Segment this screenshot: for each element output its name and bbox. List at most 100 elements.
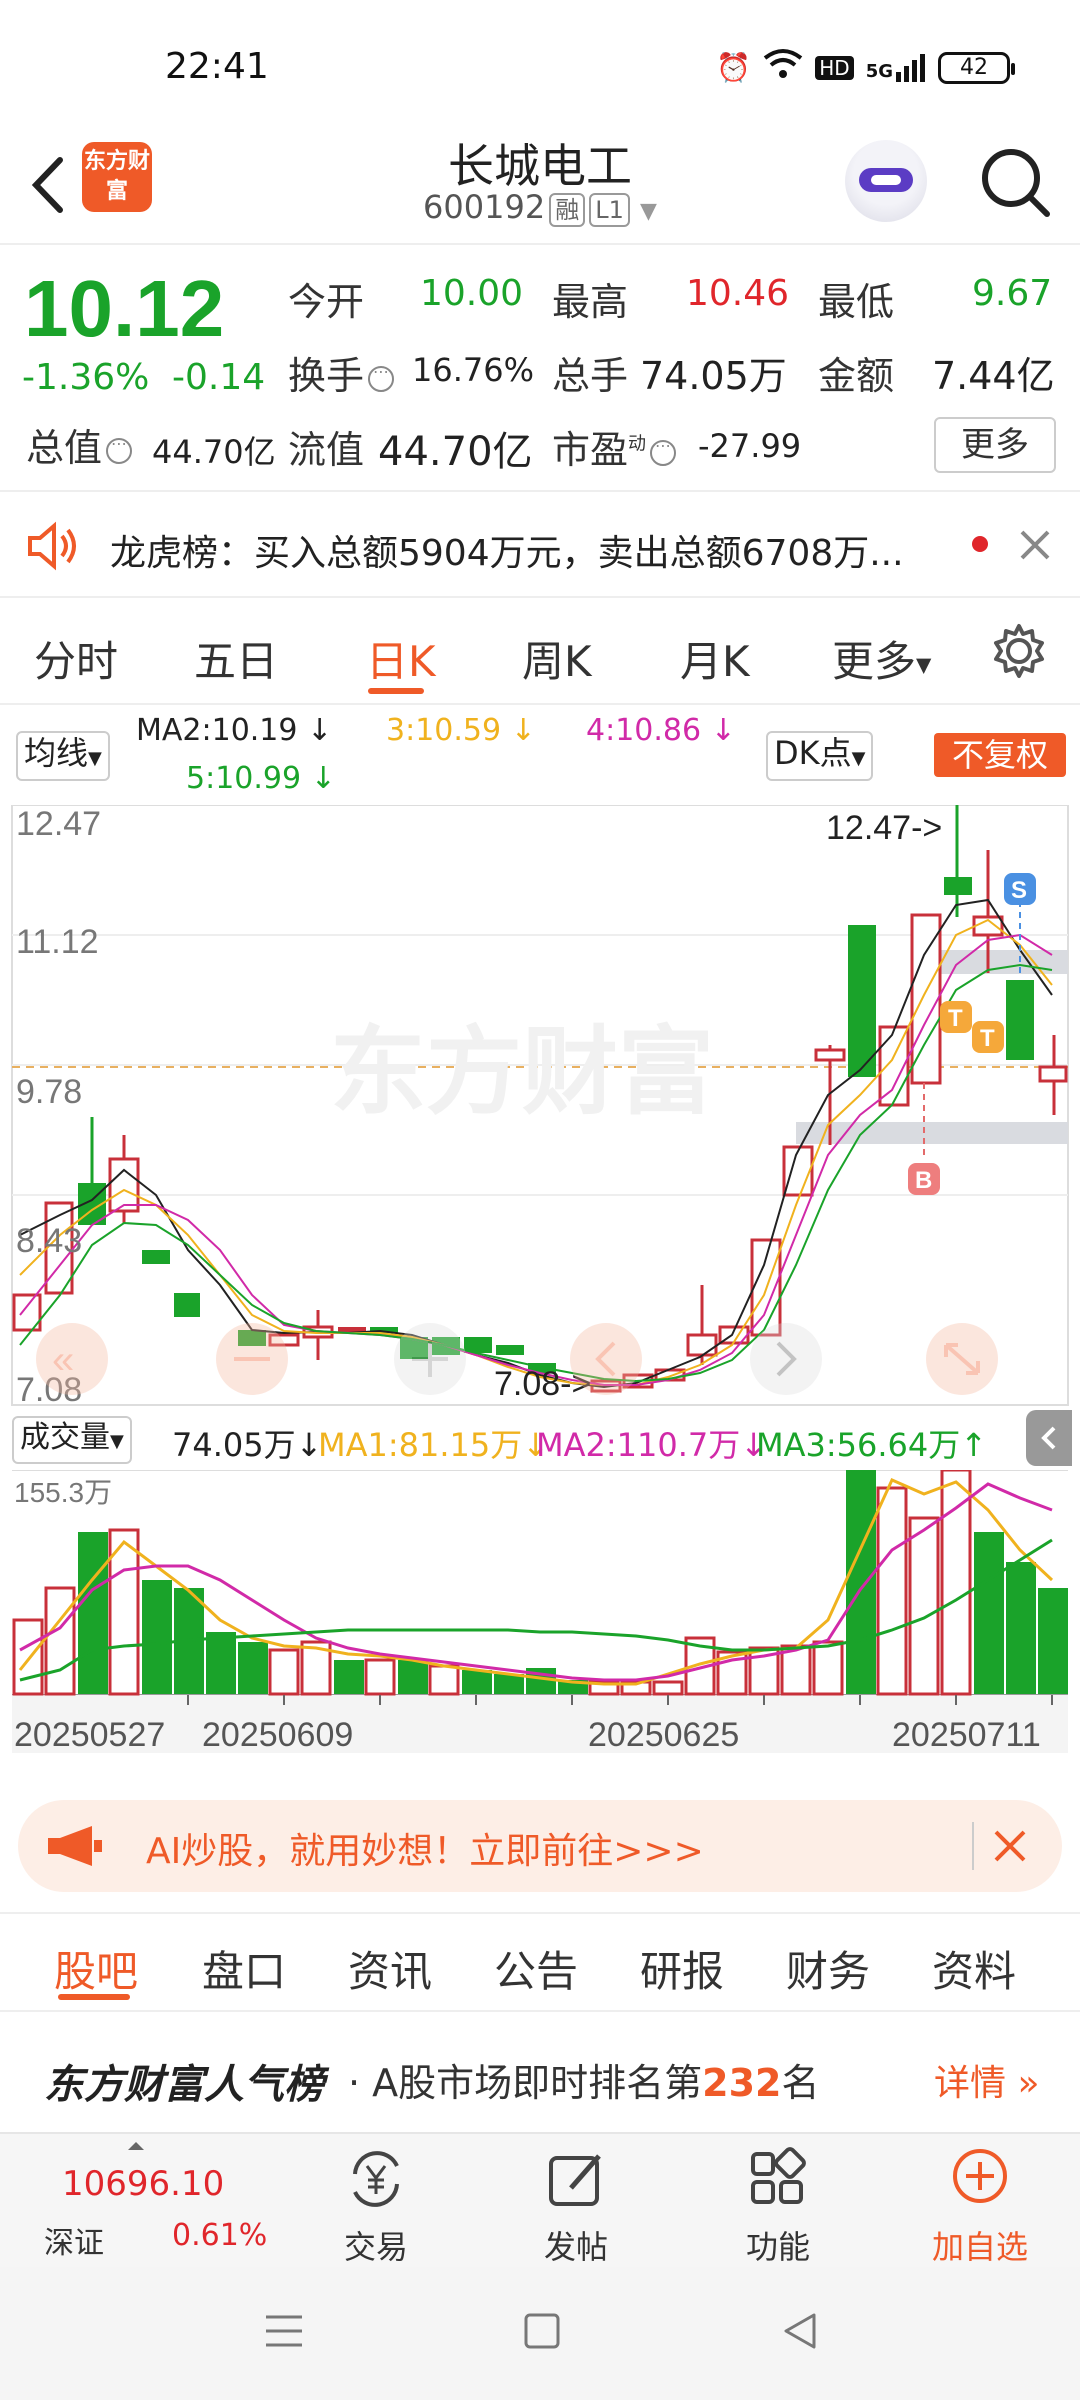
low-label: 最低 [818, 280, 895, 324]
settings-gear-icon[interactable] [990, 622, 1048, 680]
kline-chart[interactable]: 东方财富 12.47 11.12 9.78 8.43 7.08 12.47-> … [0, 805, 1080, 1410]
alarm-icon: ⏰ [716, 51, 752, 84]
high-price-marker: 12.47-> [826, 809, 942, 847]
turnover-label: 换手 [288, 345, 395, 400]
post-button[interactable]: 发帖 [506, 2144, 646, 2268]
tab-news[interactable]: 资讯 [348, 1938, 432, 1999]
tab-research[interactable]: 研报 [640, 1938, 724, 1999]
tab-more[interactable]: 更多▼ [832, 628, 931, 689]
amount-label: 金额 [818, 354, 895, 398]
info-icon[interactable] [106, 434, 133, 464]
yen-exchange-icon [353, 2151, 399, 2207]
volume-value: 74.05万 [640, 354, 787, 398]
index-value[interactable]: 10696.10 [62, 2164, 224, 2204]
down-arrow-icon: ↓ [310, 761, 336, 796]
stock-header: 东方财富 长城电工 600192 融 L1 ▼ [0, 130, 1080, 245]
close-icon[interactable] [992, 1828, 1028, 1864]
open-value: 10.00 [420, 273, 524, 314]
svg-text:S: S [1011, 877, 1027, 904]
divider [972, 1822, 974, 1870]
bottom-toolbar: 10696.10 深证 0.61% 交易 发帖 功能 加自选 [0, 2132, 1080, 2267]
signal-icon: 5G [866, 53, 926, 82]
mktcap-value: 44.70亿 [152, 433, 276, 471]
level-tag: L1 [589, 193, 630, 227]
tab-daily-k[interactable]: 日K [366, 628, 436, 689]
down-arrow-icon: ↓ [710, 713, 736, 748]
float-value: 44.70亿 [378, 429, 533, 475]
tab-guba[interactable]: 股吧 [54, 1938, 138, 1999]
down-arrow-icon: ↓ [510, 713, 536, 748]
float-label: 流值 [288, 428, 365, 472]
vol-ma2-legend: MA2:110.7万↓ [536, 1426, 768, 1464]
more-button[interactable]: 更多 [934, 417, 1056, 473]
turnover-value: 16.76% [412, 351, 535, 389]
dk-point-selector[interactable]: DK点▼ [766, 731, 874, 781]
volume-label: 总手 [552, 354, 629, 398]
assistant-avatar[interactable] [845, 140, 927, 222]
add-watchlist-button[interactable]: 加自选 [910, 2144, 1050, 2268]
tab-pankou[interactable]: 盘口 [202, 1938, 286, 1999]
home-icon[interactable] [522, 2311, 562, 2351]
menu-icon[interactable] [262, 2311, 306, 2351]
tab-wuri[interactable]: 五日 [194, 628, 278, 689]
y-tick-4: 8.43 [16, 1222, 82, 1260]
wifi-icon [763, 48, 803, 87]
speaker-icon [28, 521, 76, 571]
open-label: 今开 [288, 280, 365, 324]
notice-text: 龙虎榜：买入总额5904万元，卖出总额6708万... [110, 533, 904, 574]
volume-indicator-selector[interactable]: 成交量▼ [12, 1416, 132, 1464]
tab-finance[interactable]: 财务 [786, 1938, 870, 1999]
rank-detail-link[interactable]: 详情 » [934, 2054, 1039, 2106]
edit-icon [549, 2154, 601, 2206]
expand-up-icon[interactable] [128, 2142, 144, 2150]
vol-ma1-legend: MA1:81.15万↓ [318, 1426, 550, 1464]
volume-y-max: 155.3万 [14, 1477, 112, 1508]
dragon-tiger-notice[interactable]: 龙虎榜：买入总额5904万元，卖出总额6708万... [0, 494, 1080, 598]
tab-profile[interactable]: 资料 [932, 1938, 1016, 1999]
search-icon[interactable] [975, 142, 1055, 222]
collapse-panel-button[interactable] [1026, 1410, 1072, 1466]
support-zone [796, 1122, 1068, 1144]
high-label: 最高 [552, 280, 629, 324]
tab-fenshi[interactable]: 分时 [34, 628, 118, 689]
pe-value: -27.99 [698, 427, 802, 465]
volume-legend-bar: 成交量▼ 74.05万↓ MA1:81.15万↓ MA2:110.7万↓ MA3… [0, 1410, 1080, 1470]
fuquan-button[interactable]: 不复权 [934, 733, 1066, 777]
y-tick-2: 11.12 [16, 923, 99, 961]
svg-text:T: T [948, 1005, 963, 1032]
back-nav-icon[interactable] [780, 2311, 820, 2351]
indicator-selector[interactable]: 均线▼ [16, 731, 110, 781]
info-icon[interactable] [650, 436, 677, 466]
tab-monthly-k[interactable]: 月K [680, 628, 750, 689]
scroll-right-button[interactable] [750, 1323, 822, 1395]
svg-text:B: B [915, 1167, 932, 1194]
date-label-4: 20250711 [892, 1716, 1041, 1754]
active-tab-indicator [368, 688, 424, 694]
system-nav-bar [0, 2267, 1080, 2400]
close-icon[interactable] [1018, 528, 1052, 562]
up-arrow-icon: ↑ [960, 1426, 988, 1464]
pe-label: 市盈动 [552, 419, 677, 474]
info-icon[interactable] [368, 362, 395, 392]
rank-text: · A股市场即时排名第232名 [348, 2061, 820, 2105]
tab-announcement[interactable]: 公告 [494, 1938, 578, 1999]
ai-promo-banner[interactable]: AI炒股，就用妙想！立即前往>>> [18, 1800, 1062, 1892]
hd-icon: HD [815, 55, 854, 80]
megaphone-icon [48, 1826, 102, 1866]
dropdown-icon[interactable]: ▼ [640, 199, 657, 224]
popularity-rank[interactable]: 东方财富人气榜 · A股市场即时排名第232名 详情 » [0, 2012, 1080, 2132]
chevron-left-icon [1041, 1426, 1056, 1450]
double-chevron-right-icon: » [1006, 2063, 1040, 2104]
trade-button[interactable]: 交易 [306, 2144, 446, 2268]
function-button[interactable]: 功能 [708, 2144, 848, 2268]
watermark: 东方财富 [330, 1019, 714, 1126]
unread-dot [972, 536, 988, 552]
tab-weekly-k[interactable]: 周K [522, 628, 592, 689]
scroll-left-button[interactable] [570, 1323, 642, 1395]
volume-chart[interactable]: 155.3万 20250527 20250609 20250625 202507… [0, 1470, 1080, 1785]
ma3-legend: 3:10.59 ↓ [386, 713, 536, 748]
stock-code: 600192 [423, 188, 546, 226]
double-chevron-left-icon: « [52, 1338, 74, 1382]
mktcap-label: 总值 [26, 417, 133, 472]
high-value: 10.46 [686, 273, 790, 314]
